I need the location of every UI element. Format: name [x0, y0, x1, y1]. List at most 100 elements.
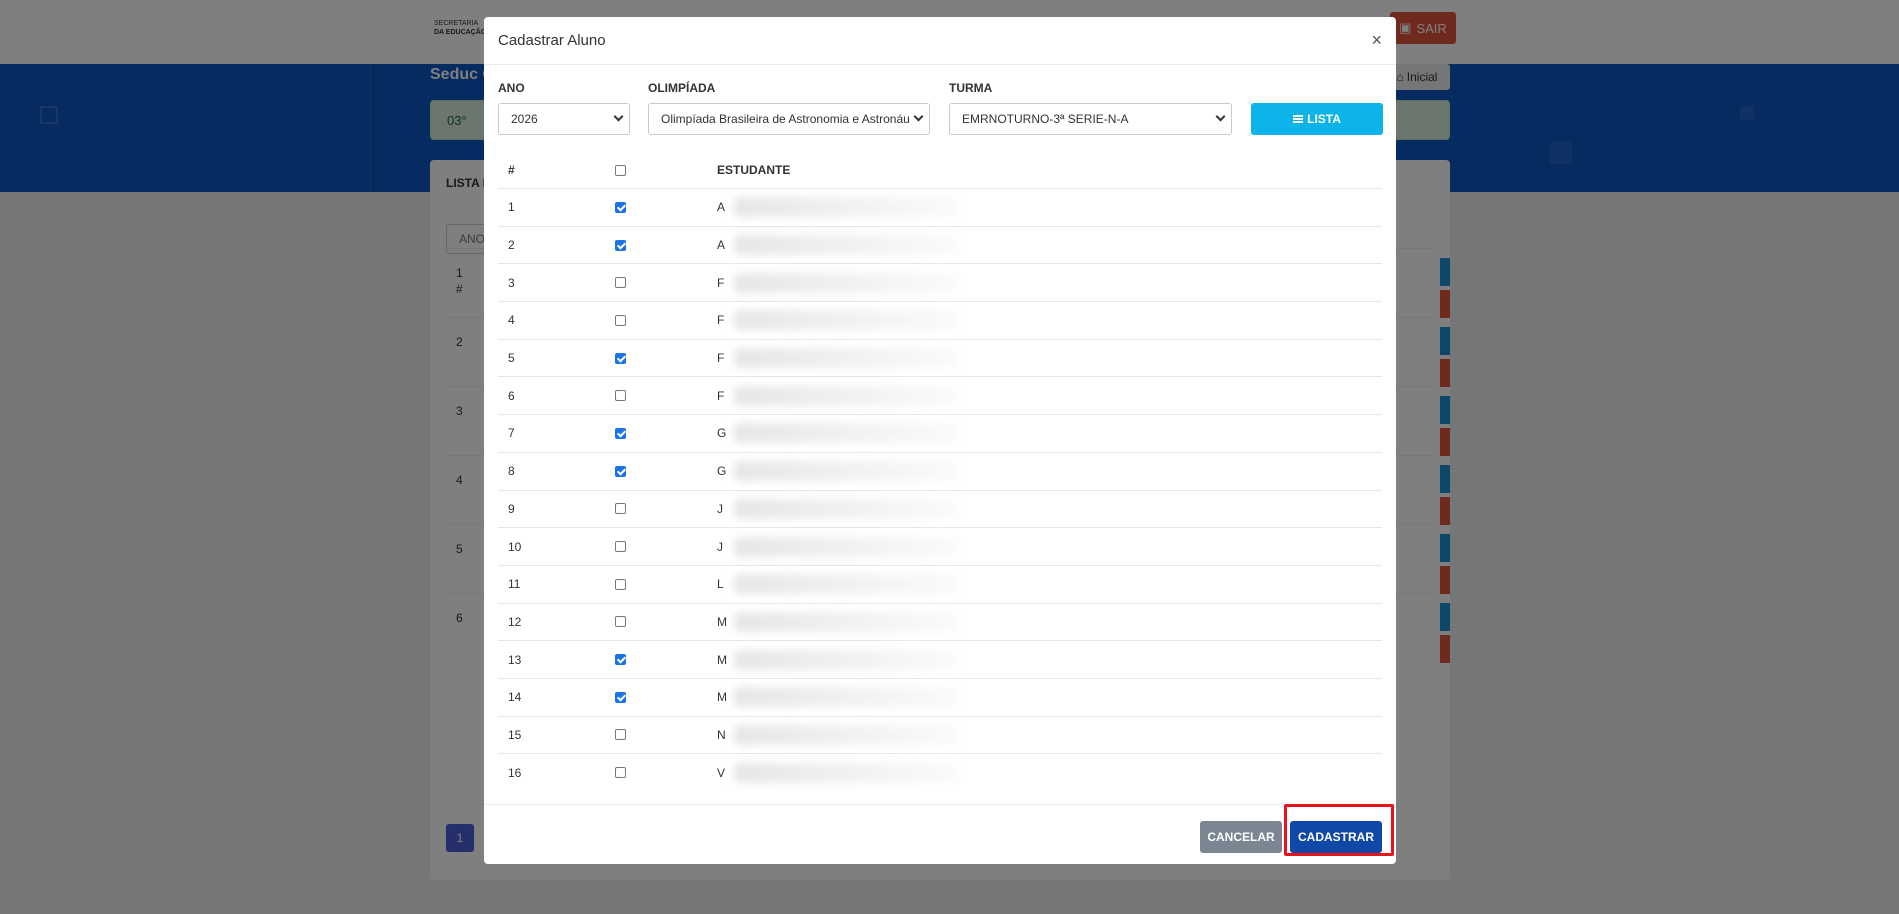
modal-footer: CANCELAR CADASTRAR — [484, 804, 1396, 864]
redacted-name — [734, 310, 959, 331]
row-number: 15 — [508, 727, 522, 742]
student-checkbox[interactable] — [615, 616, 626, 628]
student-name: F — [717, 313, 725, 328]
row-number: 6 — [508, 388, 515, 403]
students-table: # ESTUDANTE 1 A 2 A 3 F 4 F 5 F 6 F 7 G 8 G 9 J 10 J 11 L 12 M 1… — [498, 152, 1382, 791]
row-number: 8 — [508, 464, 515, 479]
student-checkbox[interactable] — [615, 427, 626, 439]
student-checkbox[interactable] — [615, 277, 626, 289]
student-row: 13 M — [498, 640, 1382, 678]
student-name: V — [717, 765, 726, 780]
student-checkbox[interactable] — [615, 201, 626, 213]
student-checkbox[interactable] — [615, 578, 626, 590]
student-name: M — [717, 652, 727, 667]
cancel-button[interactable]: CANCELAR — [1200, 821, 1282, 853]
student-name: A — [717, 238, 726, 253]
student-row: 2A — [498, 225, 1382, 264]
student-checkbox[interactable] — [615, 767, 626, 779]
redacted-name — [734, 649, 959, 670]
ano-select[interactable]: 2026 — [498, 103, 630, 135]
redacted-name — [734, 536, 959, 557]
student-name: N — [717, 727, 726, 742]
cadastrar-aluno-modal: Cadastrar Aluno × ANO 2026 OLIMPÍADA Oli… — [484, 17, 1396, 864]
student-row: 16 V — [498, 753, 1382, 791]
chevron-down-icon — [913, 111, 924, 122]
turma-label: TURMA — [949, 81, 993, 95]
student-checkbox[interactable] — [615, 390, 626, 402]
student-row: 7G — [498, 414, 1382, 452]
student-checkbox[interactable] — [615, 352, 626, 364]
student-row: 10 J — [498, 527, 1382, 565]
row-number: 13 — [508, 652, 522, 667]
student-checkbox[interactable] — [615, 541, 626, 553]
row-number: 12 — [508, 614, 522, 629]
modal-title: Cadastrar Aluno — [498, 32, 606, 49]
redacted-name — [734, 687, 959, 708]
redacted-name — [734, 574, 959, 595]
student-row: 5F — [498, 338, 1382, 377]
redacted-name — [734, 197, 959, 218]
student-row: 12 M — [498, 602, 1382, 641]
chevron-down-icon — [613, 111, 624, 122]
turma-select[interactable]: EMRNOTURNO-3ª SERIE-N-A — [949, 103, 1232, 135]
student-name: F — [717, 351, 725, 366]
redacted-name — [734, 762, 959, 783]
row-number: 2 — [508, 238, 515, 253]
student-checkbox[interactable] — [615, 239, 626, 251]
student-name: G — [717, 426, 727, 441]
student-row: 6F — [498, 376, 1382, 414]
student-name: M — [717, 614, 727, 629]
student-checkbox[interactable] — [615, 465, 626, 477]
student-row: 4F — [498, 301, 1382, 339]
redacted-name — [734, 611, 959, 632]
redacted-name — [734, 498, 959, 519]
olimpiada-label: OLIMPÍADA — [648, 81, 716, 95]
redacted-name — [734, 272, 959, 293]
column-header-student: ESTUDANTE — [717, 163, 791, 177]
student-name: M — [717, 690, 727, 705]
row-number: 5 — [508, 351, 515, 366]
row-number: 10 — [508, 539, 522, 554]
lista-button[interactable]: LISTA — [1251, 103, 1383, 135]
list-icon — [1293, 115, 1304, 123]
student-name: J — [717, 539, 723, 554]
row-number: 14 — [508, 690, 522, 705]
student-name: F — [717, 275, 725, 290]
ano-label: ANO — [498, 81, 525, 95]
cadastrar-button[interactable]: CADASTRAR — [1290, 821, 1382, 853]
student-name: A — [717, 200, 726, 215]
student-row: 15 N — [498, 715, 1382, 754]
redacted-name — [734, 724, 959, 745]
redacted-name — [734, 461, 959, 482]
student-row: 9J — [498, 489, 1382, 528]
close-icon[interactable]: × — [1371, 30, 1382, 51]
student-row: 8G — [498, 451, 1382, 490]
student-checkbox[interactable] — [615, 314, 626, 326]
redacted-name — [734, 235, 959, 256]
redacted-name — [734, 348, 959, 369]
row-number: 4 — [508, 313, 515, 328]
row-number: 7 — [508, 426, 515, 441]
student-checkbox[interactable] — [615, 691, 626, 703]
student-row: 3F — [498, 263, 1382, 301]
column-header-number: # — [508, 163, 515, 177]
table-header: # ESTUDANTE — [498, 152, 1382, 188]
student-row: 1A — [498, 188, 1382, 226]
student-checkbox[interactable] — [615, 654, 626, 666]
student-name: G — [717, 464, 727, 479]
select-all-checkbox[interactable] — [615, 164, 626, 176]
redacted-name — [734, 423, 959, 444]
student-name: J — [717, 501, 723, 516]
student-name: F — [717, 388, 725, 403]
student-row: 14 M — [498, 677, 1382, 716]
student-row: 11 L — [498, 564, 1382, 603]
chevron-down-icon — [1215, 111, 1226, 122]
student-name: L — [717, 577, 724, 592]
modal-header: Cadastrar Aluno × — [484, 17, 1396, 65]
row-number: 9 — [508, 501, 515, 516]
olimpiada-select[interactable]: Olimpíada Brasileira de Astronomia e Ast… — [648, 103, 930, 135]
redacted-name — [734, 385, 959, 406]
student-checkbox[interactable] — [615, 729, 626, 741]
row-number: 16 — [508, 765, 522, 780]
student-checkbox[interactable] — [615, 503, 626, 515]
